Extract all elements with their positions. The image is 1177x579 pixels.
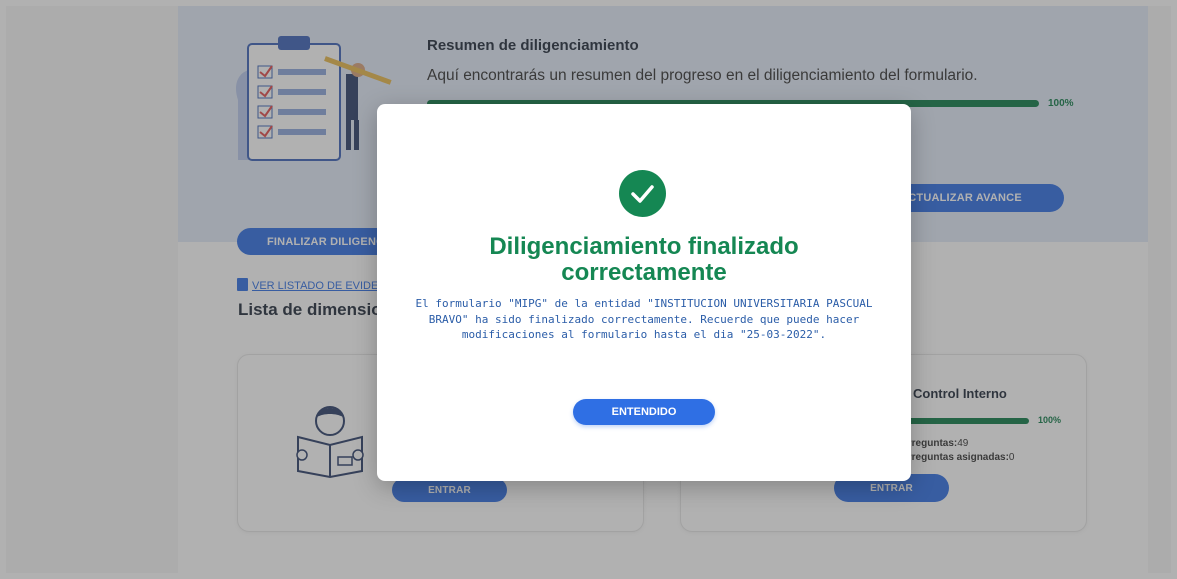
dialog-title: Diligenciamiento finalizado correctament…	[489, 233, 799, 286]
page: Resumen de diligenciamiento Aquí encontr…	[0, 0, 1177, 579]
confirm-button[interactable]: ENTENDIDO	[573, 399, 715, 425]
dialog-message: El formulario "MIPG" de la entidad "INST…	[415, 297, 873, 341]
check-circle-icon	[619, 170, 666, 217]
success-dialog: Diligenciamiento finalizado correctament…	[377, 104, 911, 481]
